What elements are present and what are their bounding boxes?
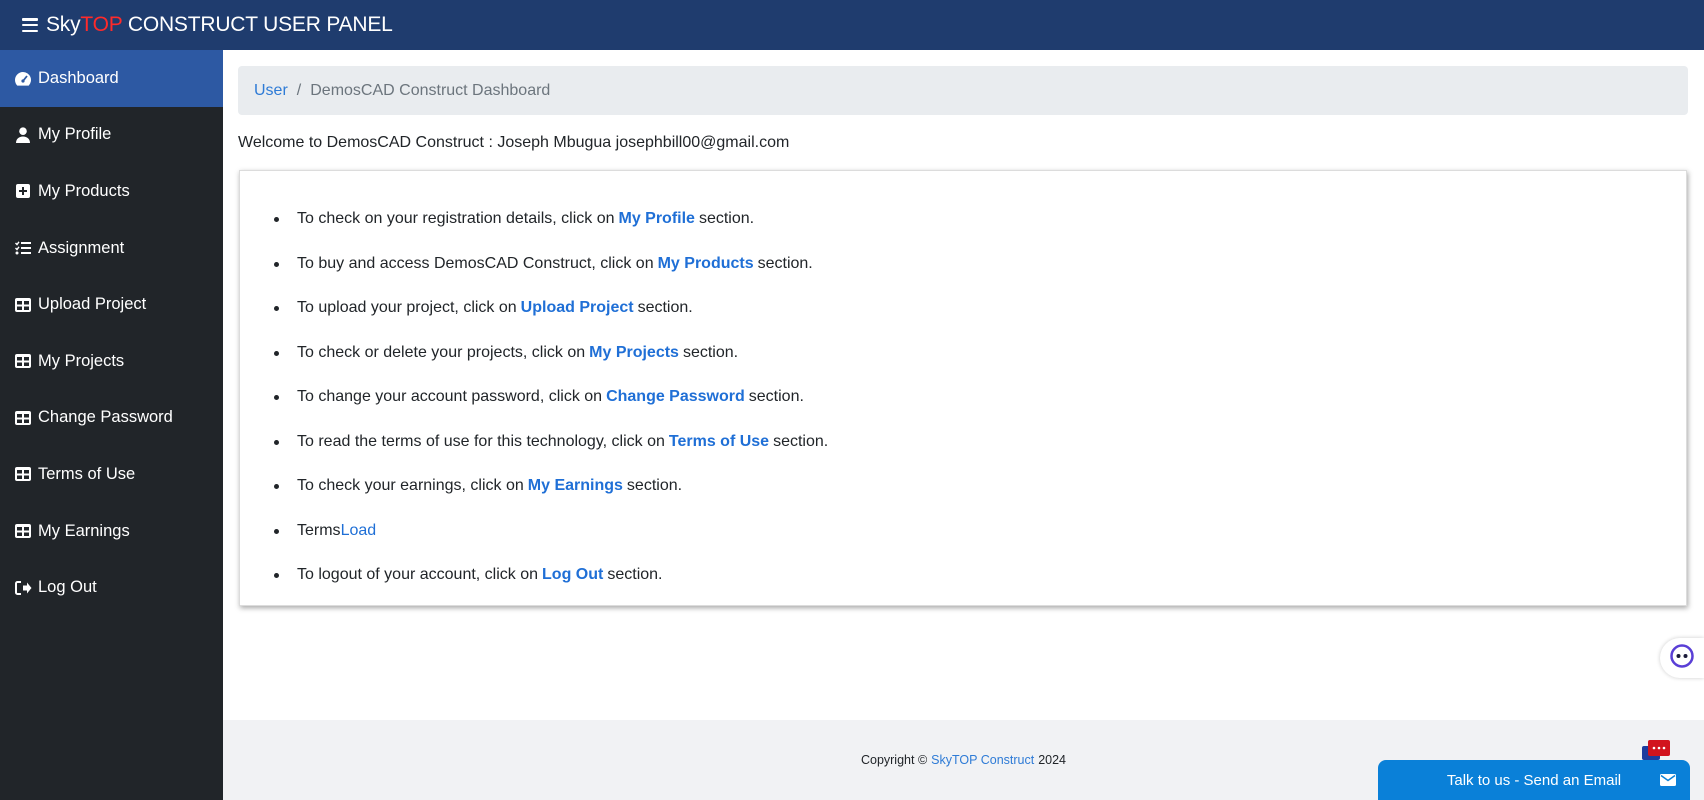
change-password-link[interactable]: Change Password <box>606 388 745 406</box>
sign-out-icon <box>12 580 34 595</box>
list-item: To buy and access DemosCAD Construct, cl… <box>274 242 828 287</box>
sidebar-item-dashboard[interactable]: Dashboard <box>0 50 223 107</box>
log-out-link[interactable]: Log Out <box>542 566 603 584</box>
sidebar-item-my-earnings[interactable]: My Earnings <box>0 503 223 560</box>
main-content: User / DemosCAD Construct Dashboard Welc… <box>223 50 1704 800</box>
instruction-suffix: section. <box>698 210 755 228</box>
sidebar-item-my-projects[interactable]: My Projects <box>0 333 223 390</box>
instruction-suffix: section. <box>626 477 683 495</box>
brand-accent: TOP <box>80 13 123 36</box>
instruction-suffix: section. <box>607 566 663 584</box>
sidebar-item-label: My Projects <box>38 351 125 370</box>
table-icon <box>12 524 34 539</box>
sidebar-item-label: Terms of Use <box>38 464 136 483</box>
instruction-text: To check or delete your projects, click … <box>297 343 586 361</box>
tachometer-icon <box>12 71 34 86</box>
sidebar: Dashboard My Profile My Products Assignm… <box>0 50 223 800</box>
sidebar-item-label: My Profile <box>38 125 112 144</box>
instruction-text: Terms <box>297 521 341 539</box>
menu-toggle-icon[interactable] <box>22 18 38 32</box>
instruction-suffix: section. <box>637 299 693 317</box>
list-item: Terms Load <box>274 509 828 554</box>
sidebar-item-upload-project[interactable]: Upload Project <box>0 276 223 333</box>
sidebar-item-log-out[interactable]: Log Out <box>0 559 223 616</box>
list-item: To check on your registration details, c… <box>274 197 828 242</box>
sidebar-item-label: Log Out <box>38 578 97 597</box>
chat-widget-label: Talk to us - Send an Email <box>1446 771 1622 789</box>
breadcrumb: User / DemosCAD Construct Dashboard <box>238 66 1688 115</box>
list-item: To check your earnings, click on My Earni… <box>274 464 828 509</box>
footer-brand-link[interactable]: SkyTOP Construct <box>931 753 1034 767</box>
instruction-text: To change your account password, click o… <box>297 388 603 406</box>
envelope-icon <box>1660 773 1676 790</box>
breadcrumb-current: DemosCAD Construct Dashboard <box>310 81 551 99</box>
bot-face-icon <box>1670 643 1694 673</box>
instruction-suffix: section. <box>773 432 829 450</box>
table-icon <box>12 410 34 425</box>
instructions-card: To check on your registration details, c… <box>239 170 1687 606</box>
sidebar-item-label: Upload Project <box>38 295 147 314</box>
user-icon <box>12 127 34 143</box>
sidebar-item-label: Change Password <box>38 408 173 427</box>
sidebar-item-label: My Earnings <box>38 521 130 540</box>
breadcrumb-separator: / <box>296 81 302 99</box>
sidebar-item-my-products[interactable]: My Products <box>0 163 223 220</box>
instruction-text: To upload your project, click on <box>297 299 517 317</box>
instruction-text: To check on your registration details, c… <box>297 210 615 228</box>
sidebar-item-change-password[interactable]: Change Password <box>0 390 223 447</box>
table-icon <box>12 467 34 482</box>
copyright-year: 2024 <box>1038 753 1067 767</box>
instruction-suffix: section. <box>682 343 739 361</box>
sidebar-item-terms-of-use[interactable]: Terms of Use <box>0 446 223 503</box>
table-icon <box>12 354 34 369</box>
my-earnings-link[interactable]: My Earnings <box>528 477 623 495</box>
sidebar-item-label: My Products <box>38 181 130 200</box>
plus-square-icon <box>12 184 34 199</box>
copyright-text: Copyright © <box>860 753 928 767</box>
instruction-text: To read the terms of use for this techno… <box>297 432 665 450</box>
sidebar-item-assignment[interactable]: Assignment <box>0 220 223 277</box>
brand-suffix: CONSTRUCT USER PANEL <box>122 13 393 36</box>
list-item: To check or delete your projects, click … <box>274 331 828 376</box>
sidebar-item-label: Dashboard <box>38 68 119 87</box>
brand-title[interactable]: SkyTOP CONSTRUCT USER PANEL <box>46 13 393 37</box>
welcome-message: Welcome to DemosCAD Construct : Joseph M… <box>238 134 790 151</box>
list-item: To upload your project, click on Upload P… <box>274 286 828 331</box>
upload-project-link[interactable]: Upload Project <box>521 299 634 317</box>
instruction-text: To check your earnings, click on <box>297 477 524 495</box>
brand-prefix: Sky <box>46 13 81 36</box>
list-item: To read the terms of use for this techno… <box>274 420 828 465</box>
list-check-icon <box>12 241 34 255</box>
table-icon <box>12 297 34 312</box>
sidebar-item-label: Assignment <box>38 238 125 257</box>
instruction-text: To buy and access DemosCAD Construct, cl… <box>297 254 654 272</box>
top-navbar: SkyTOP CONSTRUCT USER PANEL <box>0 0 1704 50</box>
email-chat-widget[interactable]: Talk to us - Send an Email <box>1378 760 1690 800</box>
my-projects-link[interactable]: My Projects <box>589 344 679 362</box>
breadcrumb-user-link[interactable]: User <box>254 82 288 100</box>
instructions-list: To check on your registration details, c… <box>274 197 828 598</box>
instruction-suffix: section. <box>748 388 804 406</box>
instruction-suffix: section. <box>757 254 813 272</box>
list-item: To change your account password, click o… <box>274 375 828 420</box>
terms-of-use-link[interactable]: Terms of Use <box>669 433 769 451</box>
my-profile-link[interactable]: My Profile <box>618 210 694 228</box>
assistant-bot-button[interactable] <box>1660 638 1704 678</box>
sidebar-item-my-profile[interactable]: My Profile <box>0 107 223 164</box>
my-products-link[interactable]: My Products <box>658 255 754 273</box>
list-item: To logout of your account, click on Log O… <box>274 553 828 598</box>
instruction-text: To logout of your account, click on <box>297 566 539 584</box>
terms-load-link[interactable]: Load <box>341 522 377 540</box>
